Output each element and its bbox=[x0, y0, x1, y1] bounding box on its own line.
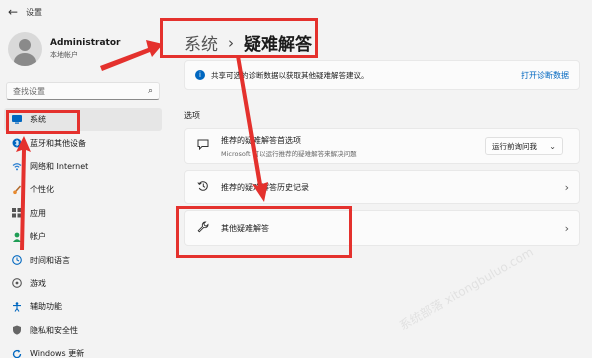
sidebar-item-label: 网络和 Internet bbox=[30, 161, 89, 171]
chevron-down-icon: ⌄ bbox=[549, 141, 556, 151]
watermark: 系统部落 xitongbuluo.com bbox=[396, 244, 536, 334]
monitor-icon bbox=[12, 115, 22, 125]
sidebar-item-label: 系统 bbox=[30, 115, 46, 125]
recommended-troubleshooter-preferences: 推荐的疑难解答首选项 Microsoft 可以运行推荐的疑难解答来解决问题 运行… bbox=[184, 128, 580, 164]
apps-icon bbox=[12, 208, 22, 218]
profile[interactable]: Administrator 本地帐户 bbox=[8, 32, 120, 66]
page-title: 疑难解答 bbox=[244, 35, 312, 55]
info-icon: i bbox=[195, 70, 205, 80]
row-subtitle: Microsoft 可以运行推荐的疑难解答来解决问题 bbox=[221, 149, 357, 158]
other-troubleshooters[interactable]: 其他疑难解答 › bbox=[184, 210, 580, 246]
window-title: 设置 bbox=[26, 7, 43, 17]
back-arrow-icon[interactable]: ← bbox=[8, 5, 18, 19]
update-icon bbox=[12, 349, 22, 358]
sidebar-item-label: 应用 bbox=[30, 208, 46, 218]
sidebar-item-label: 个性化 bbox=[30, 185, 54, 195]
history-icon bbox=[195, 180, 211, 195]
breadcrumb-separator: › bbox=[228, 33, 234, 52]
breadcrumb-parent[interactable]: 系统 bbox=[184, 30, 218, 55]
title-bar: ← 设置 bbox=[0, 0, 592, 24]
sidebar-item-system[interactable]: 系统 bbox=[4, 108, 162, 132]
sidebar-item-windows-update[interactable]: Windows 更新 bbox=[4, 342, 162, 358]
globe-clock-icon bbox=[12, 255, 22, 265]
row-title: 推荐的疑难解答历史记录 bbox=[221, 182, 309, 192]
section-title: 选项 bbox=[184, 111, 200, 120]
profile-name: Administrator bbox=[50, 38, 121, 48]
sidebar-item-label: 时间和语言 bbox=[30, 255, 70, 265]
sidebar-nav: 系统 蓝牙和其他设备 网络和 Internet 个性化 应用 帐户 时间和语言 … bbox=[4, 108, 162, 358]
sidebar-item-accessibility[interactable]: 辅助功能 bbox=[4, 295, 162, 318]
breadcrumb: 系统 › 疑难解答 bbox=[184, 30, 312, 56]
bluetooth-icon bbox=[12, 138, 22, 148]
sidebar-item-gaming[interactable]: 游戏 bbox=[4, 272, 162, 295]
sidebar-item-apps[interactable]: 应用 bbox=[4, 202, 162, 225]
chat-bubble-icon bbox=[195, 139, 211, 153]
info-banner-text: 共享可选的诊断数据以获取其他疑难解答建议。 bbox=[211, 70, 369, 80]
recommended-troubleshooter-history[interactable]: 推荐的疑难解答历史记录 › bbox=[184, 170, 580, 204]
info-banner: i 共享可选的诊断数据以获取其他疑难解答建议。 打开诊断数据 bbox=[184, 60, 580, 90]
dropdown-value: 运行前询问我 bbox=[492, 141, 537, 151]
sidebar-item-time-language[interactable]: 时间和语言 bbox=[4, 248, 162, 271]
sidebar-item-label: 帐户 bbox=[30, 232, 46, 242]
brush-icon bbox=[12, 185, 22, 195]
sidebar-item-bluetooth[interactable]: 蓝牙和其他设备 bbox=[4, 131, 162, 154]
open-diagnostic-data-link[interactable]: 打开诊断数据 bbox=[521, 70, 569, 81]
sidebar-item-label: Windows 更新 bbox=[30, 349, 85, 358]
sidebar: Administrator 本地帐户 查找设置 ⌕ 系统 蓝牙和其他设备 网络和… bbox=[0, 24, 170, 358]
gamepad-icon bbox=[12, 278, 22, 289]
profile-account-type: 本地帐户 bbox=[50, 51, 78, 59]
preference-dropdown[interactable]: 运行前询问我 ⌄ bbox=[485, 137, 563, 155]
wifi-icon bbox=[12, 161, 22, 171]
search-input[interactable]: 查找设置 ⌕ bbox=[6, 82, 160, 100]
row-title: 其他疑难解答 bbox=[221, 223, 269, 233]
person-icon bbox=[12, 232, 22, 242]
sidebar-item-accounts[interactable]: 帐户 bbox=[4, 225, 162, 248]
sidebar-item-label: 隐私和安全性 bbox=[30, 325, 78, 335]
sidebar-item-label: 蓝牙和其他设备 bbox=[30, 138, 86, 148]
sidebar-item-privacy[interactable]: 隐私和安全性 bbox=[4, 319, 162, 342]
chevron-right-icon: › bbox=[564, 221, 569, 235]
sidebar-item-label: 辅助功能 bbox=[30, 302, 62, 312]
avatar bbox=[8, 32, 42, 66]
sidebar-item-personalization[interactable]: 个性化 bbox=[4, 178, 162, 201]
search-placeholder: 查找设置 bbox=[13, 86, 45, 96]
search-icon: ⌕ bbox=[147, 86, 153, 96]
chevron-right-icon: › bbox=[564, 180, 569, 194]
sidebar-item-label: 游戏 bbox=[30, 278, 46, 288]
sidebar-item-network[interactable]: 网络和 Internet bbox=[4, 155, 162, 178]
shield-icon bbox=[12, 325, 22, 335]
row-title: 推荐的疑难解答首选项 bbox=[221, 135, 301, 145]
wrench-icon bbox=[195, 221, 211, 236]
accessibility-icon bbox=[12, 302, 22, 312]
